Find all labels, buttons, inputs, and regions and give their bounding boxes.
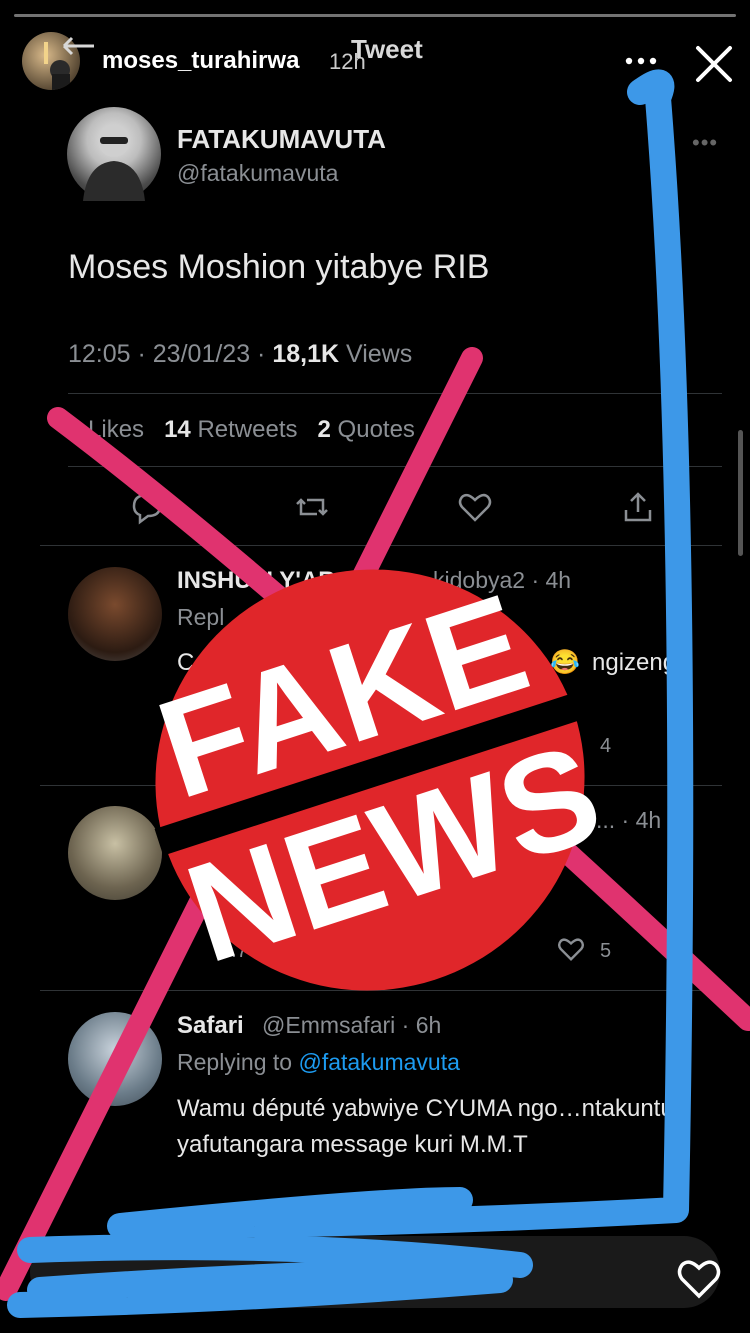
tweet-author-name[interactable]: FATAKUMAVUTA — [177, 124, 386, 155]
reply-author-name[interactable]: INSHUTI Y'AB — [177, 567, 336, 595]
back-arrow-icon — [62, 36, 94, 56]
story-reply-input[interactable] — [30, 1236, 720, 1308]
retweets-count[interactable]: 14 — [164, 416, 191, 443]
divider — [68, 466, 722, 467]
reply-meta: kidobya2 · 4h — [433, 567, 572, 593]
page-title: Tweet — [351, 34, 423, 64]
reply-views-count: 1.7 — [220, 940, 248, 962]
reply-meta: @Emmsafari · 6h — [262, 1012, 442, 1038]
divider — [40, 990, 722, 991]
reply-emoji: 😂 — [550, 649, 580, 676]
divider — [40, 545, 722, 546]
divider — [40, 785, 722, 786]
share-icon[interactable] — [619, 488, 657, 526]
tweet-date: 23/01/23 — [152, 340, 251, 368]
reply-avatar[interactable] — [68, 806, 162, 900]
reply-icon[interactable] — [128, 488, 166, 526]
retweet-icon[interactable] — [293, 488, 331, 526]
tweet-author-avatar[interactable] — [67, 107, 161, 201]
likes-count[interactable]: 6 — [68, 416, 81, 443]
reply-text: C — [177, 649, 195, 676]
reply-meta: ... · 4h — [596, 807, 662, 833]
reply-avatar[interactable] — [68, 1012, 162, 1106]
quotes-count[interactable]: 2 — [318, 416, 331, 443]
replying-prefix: Replying to — [177, 1049, 293, 1075]
like-icon[interactable] — [556, 934, 586, 964]
reply-text-end: ngizeng — [592, 649, 677, 676]
scrollbar[interactable] — [738, 430, 743, 556]
reply-replying-to: Replying to @fatakumavuta — [177, 1049, 460, 1076]
tweet-stats: 6 Likes 14 Retweets 2 Quotes — [68, 416, 415, 444]
tweet-meta: 12:05 · 23/01/23 · 18,1K Views — [68, 340, 413, 368]
divider — [68, 393, 722, 394]
tweet-more-icon[interactable]: ••• — [692, 130, 718, 156]
quotes-label[interactable]: Quotes — [338, 416, 415, 443]
like-icon[interactable] — [456, 488, 494, 526]
reply-avatar[interactable] — [68, 567, 162, 661]
close-icon[interactable] — [692, 42, 736, 86]
tweet-author-handle[interactable]: @fatakumavuta — [177, 160, 338, 187]
story-progress-bar — [14, 14, 736, 18]
reply-text: Wamu député yabwiye CYUMA ngo…ntakuntu y… — [177, 1095, 674, 1158]
tweet-time: 12:05 — [68, 340, 131, 368]
reply-like-count: 4 — [600, 735, 612, 757]
heart-icon[interactable] — [676, 1256, 722, 1302]
story-username[interactable]: moses_turahirwa — [102, 47, 299, 75]
tweet-views-label: Views — [346, 340, 413, 368]
reply-author-name[interactable]: Safari — [177, 1012, 244, 1040]
likes-label[interactable]: Likes — [88, 416, 144, 443]
tweet-views-count: 18,1K — [272, 340, 340, 368]
reply-like-count: 5 — [600, 940, 612, 962]
tweet-text: Moses Moshion yitabye RIB — [68, 248, 490, 286]
reply-replying-to: Repl — [177, 604, 225, 630]
replying-to-link[interactable]: @fatakumavuta — [298, 1049, 459, 1075]
retweets-label[interactable]: Retweets — [197, 416, 297, 443]
more-options-icon[interactable] — [624, 52, 658, 70]
